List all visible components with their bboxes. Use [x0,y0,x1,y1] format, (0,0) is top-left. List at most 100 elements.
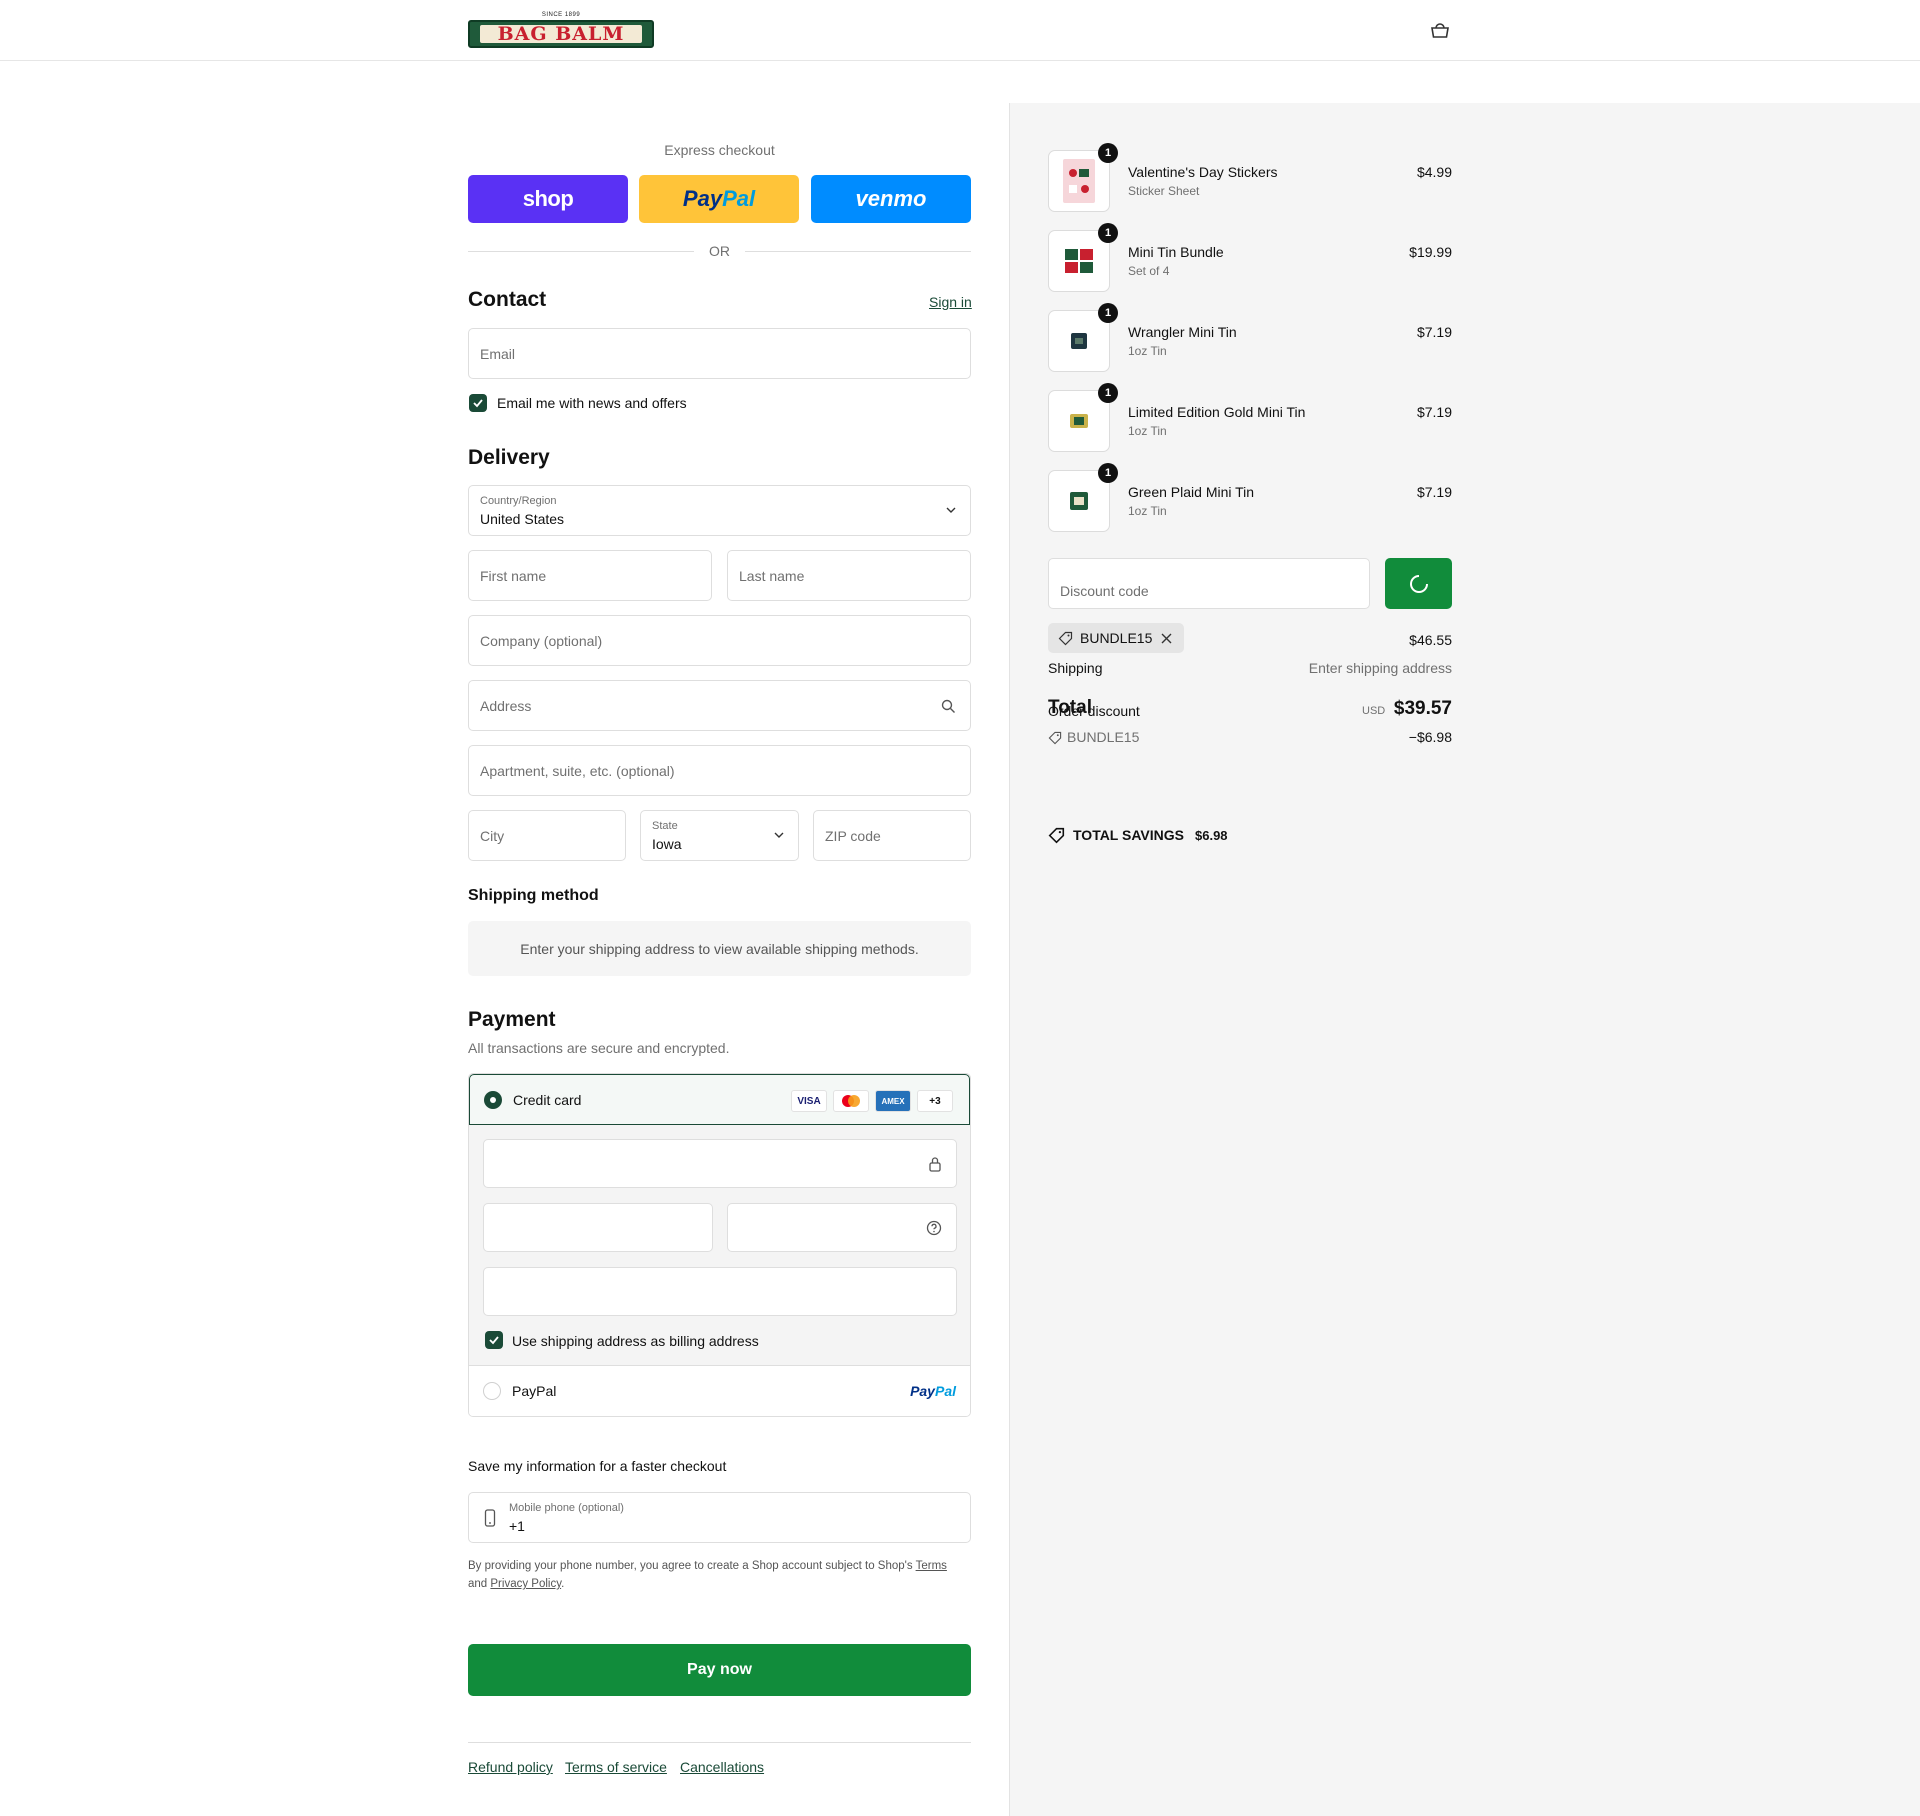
cart-item: 1 Valentine's Day Stickers Sticker Sheet… [1048,143,1452,212]
first-name-field[interactable]: First name [468,550,712,601]
expiration-date-field[interactable] [483,1203,713,1252]
security-code-field[interactable] [727,1203,957,1252]
news-checkbox[interactable] [469,394,487,412]
quantity-badge: 1 [1098,463,1118,483]
logo-name: BAG BALM [497,23,625,45]
cart-item: 1 Green Plaid Mini Tin 1oz Tin $7.19 [1048,463,1452,532]
discount-code-placeholder: Discount code [1060,583,1149,599]
shipping-method-note: Enter your shipping address to view avai… [468,921,971,976]
subtotal-value: $46.55 [1409,632,1452,648]
shipping-value: Enter shipping address [1308,660,1452,676]
paypal-label-pay: Pay [682,186,723,211]
pay-now-button[interactable]: Pay now [468,1644,971,1696]
item-variant: Sticker Sheet [1128,184,1200,198]
divider [745,251,971,252]
item-name: Valentine's Day Stickers [1128,164,1278,180]
total-value: $39.57 [1393,698,1452,719]
credit-card-radio[interactable] [484,1091,502,1109]
paypal-radio[interactable] [483,1382,501,1400]
search-icon [941,699,955,713]
delivery-title: Delivery [468,446,550,469]
billing-address-label: Use shipping address as billing address [512,1333,759,1349]
country-label: Country/Region [480,495,557,507]
state-select[interactable]: State Iowa [640,810,799,861]
item-price: $19.99 [1409,244,1452,260]
city-placeholder: City [480,828,505,844]
bag-balm-logo[interactable]: SINCE 1899 BAG BALM [468,12,654,50]
cart-item: 1 Mini Tin Bundle Set of 4 $19.99 [1048,223,1452,292]
total-label: Total [1048,697,1092,718]
state-label: State [652,820,678,832]
paypal-express-button[interactable]: Pay Pal [639,175,799,223]
payment-title: Payment [468,1008,556,1031]
name-on-card-field[interactable] [483,1267,957,1316]
amex-icon: AMEX [875,1090,911,1112]
contact-title: Contact [468,288,547,311]
chevron-down-icon [946,507,956,513]
address-field[interactable]: Address [468,680,971,731]
item-name: Limited Edition Gold Mini Tin [1128,404,1306,420]
card-number-field[interactable] [483,1139,957,1188]
country-select[interactable]: Country/Region United States [468,485,971,536]
visa-icon: VISA [791,1090,827,1112]
discount-code-field[interactable]: Discount code [1048,558,1370,609]
divider [468,1742,971,1743]
help-icon[interactable] [926,1220,942,1236]
apartment-placeholder: Apartment, suite, etc. (optional) [480,763,675,779]
lock-icon [929,1157,941,1172]
logo-since: SINCE 1899 [541,12,581,18]
last-name-field[interactable]: Last name [727,550,971,601]
item-variant: Set of 4 [1128,264,1170,278]
last-name-placeholder: Last name [739,568,805,584]
close-icon[interactable] [1161,633,1172,644]
zip-field[interactable]: ZIP code [813,810,971,861]
tag-icon [1048,731,1062,745]
refund-policy-link[interactable]: Refund policy [468,1759,553,1775]
item-variant: 1oz Tin [1128,424,1167,438]
item-name: Wrangler Mini Tin [1128,324,1237,340]
paypal-option[interactable]: PayPal PayPal [469,1366,970,1416]
cancellations-link[interactable]: Cancellations [680,1759,764,1775]
email-field[interactable]: Email [468,328,971,379]
item-price: $7.19 [1416,484,1452,500]
paypal-logo-pay: Pay [910,1383,935,1399]
apartment-field[interactable]: Apartment, suite, etc. (optional) [468,745,971,796]
credit-card-label: Credit card [513,1092,582,1108]
terms-link[interactable]: Terms [916,1560,947,1572]
company-field[interactable]: Company (optional) [468,615,971,666]
terms-of-service-link[interactable]: Terms of service [565,1759,667,1775]
email-placeholder: Email [480,346,516,362]
credit-card-option[interactable]: Credit card VISA AMEX +3 [469,1074,970,1125]
applied-discount-code: BUNDLE15 [1080,630,1153,646]
privacy-policy-link[interactable]: Privacy Policy [490,1578,561,1590]
discount-code-label: BUNDLE15 [1067,729,1140,745]
total-savings-value: $6.98 [1195,828,1228,843]
cart-item: 1 Limited Edition Gold Mini Tin 1oz Tin … [1048,383,1452,452]
savings-tag-icon [1048,827,1065,844]
sign-in-link[interactable]: Sign in [929,294,972,310]
save-info-title: Save my information for a faster checkou… [468,1458,727,1474]
apply-discount-button[interactable] [1385,558,1452,609]
item-name: Mini Tin Bundle [1128,244,1224,260]
cart-item: 1 Wrangler Mini Tin 1oz Tin $7.19 [1048,303,1452,372]
address-placeholder: Address [480,698,532,714]
loading-spinner-icon [1410,575,1428,593]
quantity-badge: 1 [1098,383,1118,403]
venmo-button[interactable]: venmo [811,175,971,223]
tag-icon [1058,631,1073,646]
legal-text-3: . [561,1578,565,1590]
company-placeholder: Company (optional) [480,633,603,649]
cart-icon[interactable] [1428,20,1452,42]
country-value: United States [480,511,565,527]
item-variant: 1oz Tin [1128,504,1167,518]
item-price: $4.99 [1416,164,1452,180]
discount-value: −$6.98 [1408,729,1452,745]
paypal-logo: PayPal [910,1383,956,1399]
billing-address-checkbox[interactable] [485,1331,503,1349]
paypal-option-label: PayPal [512,1383,557,1399]
first-name-placeholder: First name [480,568,547,584]
city-field[interactable]: City [468,810,626,861]
shop-pay-button[interactable]: shop [468,175,628,223]
mobile-phone-field[interactable]: Mobile phone (optional) +1 [468,1492,971,1543]
quantity-badge: 1 [1098,303,1118,323]
